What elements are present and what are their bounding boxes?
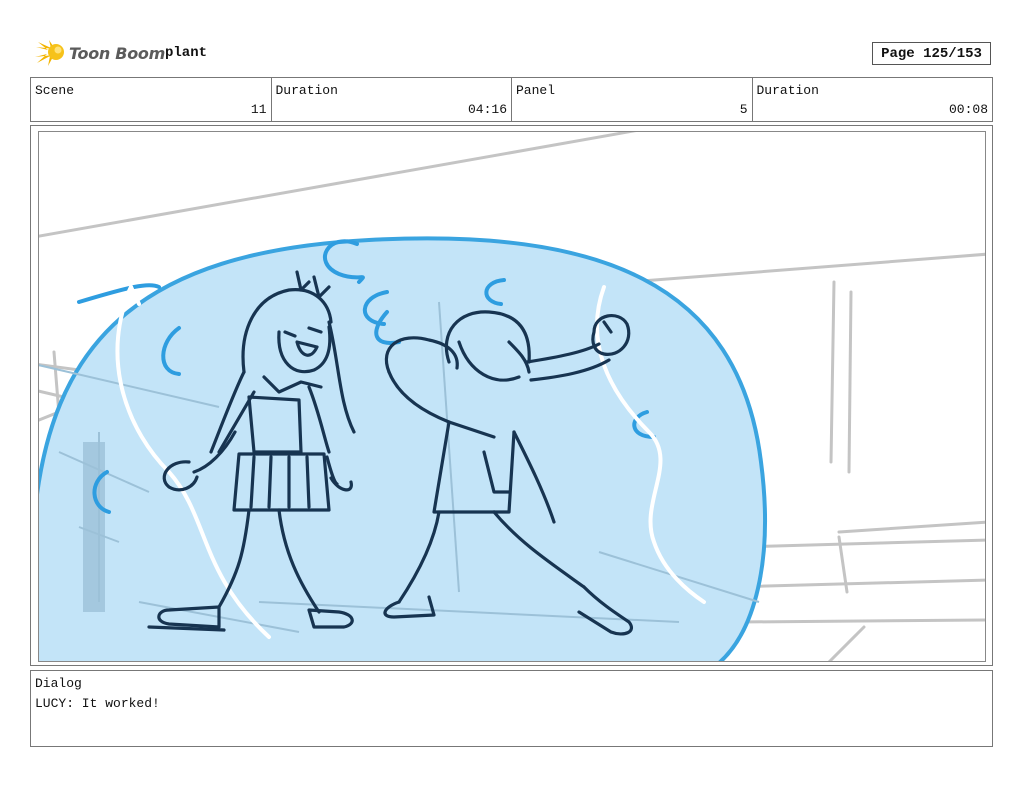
dialog-label: Dialog: [35, 676, 82, 691]
bubble-shadow-pillar: [83, 442, 105, 612]
scene-duration-cell: Duration 04:16: [272, 78, 512, 121]
logo-burst-icon: [35, 40, 64, 66]
page-indicator: Page 125/153: [872, 42, 991, 65]
scene-cell: Scene 11: [31, 78, 272, 121]
panel-frame: [30, 125, 993, 666]
panel-duration-label: Duration: [756, 83, 819, 98]
dialog-box: Dialog LUCY: It worked!: [30, 670, 993, 747]
panel-duration-cell: Duration 00:08: [753, 78, 993, 121]
panel-cell: Panel 5: [512, 78, 753, 121]
scene-value: 11: [250, 102, 267, 117]
panel-label: Panel: [516, 83, 556, 98]
project-name: plant: [165, 45, 208, 61]
scene-duration-label: Duration: [275, 83, 338, 98]
storyboard-sketch: [39, 132, 985, 661]
scene-label: Scene: [35, 83, 75, 98]
panel-image: [38, 131, 986, 662]
logo-text: Toon Boom: [69, 43, 165, 63]
scene-duration-value: 04:16: [467, 102, 507, 117]
toon-boom-logo: Toon Boom: [34, 38, 165, 68]
dialog-text: LUCY: It worked!: [35, 696, 160, 711]
panel-duration-value: 00:08: [948, 102, 988, 117]
panel-value: 5: [739, 102, 748, 117]
info-table: Scene 11 Duration 04:16 Panel 5 Duration…: [30, 77, 993, 122]
